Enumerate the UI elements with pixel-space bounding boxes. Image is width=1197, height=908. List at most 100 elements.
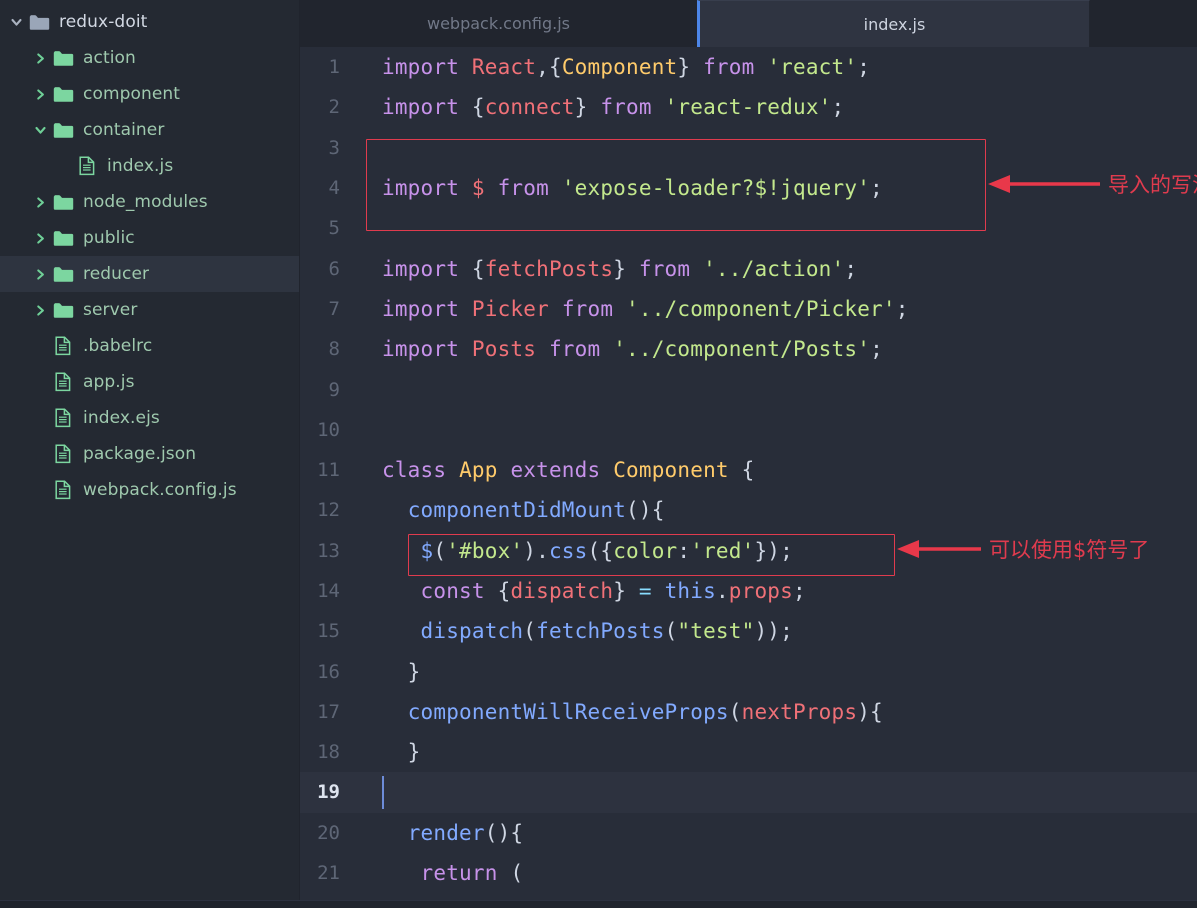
editor-window: redux-doit action component container index.…: [0, 0, 1197, 908]
token-fn: css: [548, 538, 588, 563]
line-content[interactable]: componentWillReceiveProps(nextProps){: [356, 700, 883, 724]
token-plain: (){: [626, 498, 665, 523]
line-content[interactable]: }: [356, 740, 421, 764]
code-line[interactable]: 6 import {fetchPosts} from '../action';: [300, 248, 1197, 288]
line-content[interactable]: import $ from 'expose-loader?$!jquery';: [356, 176, 883, 200]
code-line[interactable]: 5: [300, 208, 1197, 248]
tree-item-label: public: [83, 228, 135, 248]
chevron-right-icon[interactable]: [30, 304, 50, 317]
chevron-right-icon[interactable]: [30, 232, 50, 245]
file-explorer-sidebar[interactable]: redux-doit action component container index.…: [0, 0, 300, 908]
file-icon: [55, 372, 71, 392]
tab-webpack-config-js[interactable]: webpack.config.js: [300, 0, 697, 47]
code-line[interactable]: 3: [300, 128, 1197, 168]
token-plain: }: [613, 256, 639, 281]
line-content[interactable]: }: [356, 660, 421, 684]
line-content[interactable]: return (: [356, 861, 524, 885]
tree-item-index-ejs[interactable]: index.ejs: [0, 400, 299, 436]
line-number: 11: [317, 459, 340, 482]
code-line[interactable]: 4 import $ from 'expose-loader?$!jquery';: [300, 168, 1197, 208]
code-line[interactable]: 16 }: [300, 651, 1197, 691]
line-number: 18: [317, 741, 340, 764]
code-line[interactable]: 1 import React,{Component} from 'react';: [300, 47, 1197, 87]
chevron-right-icon[interactable]: [30, 52, 50, 65]
code-line[interactable]: 11 class App extends Component {: [300, 450, 1197, 490]
token-kw: import: [382, 337, 472, 362]
chevron-down-icon[interactable]: [30, 124, 50, 137]
token-plain: .: [536, 538, 549, 563]
token-plain: {: [471, 95, 485, 120]
code-line[interactable]: 17 componentWillReceiveProps(nextProps){: [300, 692, 1197, 732]
code-line[interactable]: 21 return (: [300, 853, 1197, 893]
token-plain: .: [715, 579, 729, 603]
tab-bar[interactable]: webpack.config.js index.js: [300, 0, 1197, 47]
code-lines[interactable]: 1 import React,{Component} from 'react'; 2…: [300, 47, 1197, 893]
line-content[interactable]: class App extends Component {: [356, 458, 754, 482]
file-tree[interactable]: redux-doit action component container index.…: [0, 4, 299, 508]
code-line[interactable]: 14 const {dispatch} = this.props;: [300, 571, 1197, 611]
tree-item-app-js[interactable]: app.js: [0, 364, 299, 400]
folder-icon: [53, 302, 73, 318]
tree-item-container[interactable]: container: [0, 112, 299, 148]
line-content[interactable]: import {fetchPosts} from '../action';: [356, 257, 857, 281]
code-line[interactable]: 7 import Picker from '../component/Picker…: [300, 289, 1197, 329]
token-var: dispatch: [510, 579, 614, 603]
code-line[interactable]: 10: [300, 410, 1197, 450]
line-content[interactable]: import {connect} from 'react-redux';: [356, 95, 844, 119]
tab-index-js[interactable]: index.js: [697, 0, 1090, 47]
folder-icon: [50, 302, 76, 319]
chevron-right-icon[interactable]: [30, 88, 50, 101]
code-line[interactable]: 2 import {connect} from 'react-redux';: [300, 87, 1197, 127]
token-str: '../action': [703, 256, 845, 281]
code-viewport[interactable]: 1 import React,{Component} from 'react'; 2…: [300, 47, 1197, 908]
line-content[interactable]: render(){: [356, 821, 523, 845]
token-plain: ;: [870, 337, 883, 362]
line-content[interactable]: componentDidMount(){: [356, 498, 665, 522]
tree-item-webpack-config-js[interactable]: webpack.config.js: [0, 472, 299, 508]
code-line[interactable]: 8 import Posts from '../component/Posts';: [300, 329, 1197, 369]
folder-icon: [53, 86, 73, 102]
tree-item-label: redux-doit: [59, 12, 148, 32]
token-str: 'expose-loader?$!jquery': [561, 176, 871, 201]
line-content[interactable]: import React,{Component} from 'react';: [356, 55, 870, 79]
tree-item-action[interactable]: action: [0, 40, 299, 76]
tree-item-reducer[interactable]: reducer: [0, 256, 299, 292]
file-icon: [50, 372, 76, 392]
code-line[interactable]: 18 }: [300, 732, 1197, 772]
tree-item-package-json[interactable]: package.json: [0, 436, 299, 472]
code-line[interactable]: 15 dispatch(fetchPosts("test"));: [300, 611, 1197, 651]
code-line[interactable]: 12 componentDidMount(){: [300, 490, 1197, 530]
tree-item-node-modules[interactable]: node_modules: [0, 184, 299, 220]
code-line[interactable]: 19: [300, 772, 1197, 813]
tree-item-public[interactable]: public: [0, 220, 299, 256]
tree-item--babelrc[interactable]: .babelrc: [0, 328, 299, 364]
line-number: 7: [328, 297, 340, 320]
line-content[interactable]: import Posts from '../component/Posts';: [356, 337, 883, 361]
chevron-right-icon[interactable]: [30, 268, 50, 281]
tree-item-component[interactable]: component: [0, 76, 299, 112]
chevron-right-icon[interactable]: [30, 196, 50, 209]
code-line[interactable]: 13 $('#box').css({color:'red'});: [300, 531, 1197, 571]
token-plain: ;: [831, 95, 845, 120]
line-content[interactable]: const {dispatch} = this.props;: [356, 579, 806, 603]
token-plain: ;: [870, 176, 883, 201]
folder-icon: [50, 194, 76, 211]
tree-item-redux-doit[interactable]: redux-doit: [0, 4, 299, 40]
code-line[interactable]: 9: [300, 369, 1197, 409]
chevron-down-icon[interactable]: [6, 16, 26, 29]
token-fn: componentWillReceiveProps: [407, 699, 729, 724]
line-number: 19: [317, 781, 340, 804]
token-plain: (: [664, 619, 678, 644]
line-content[interactable]: $('#box').css({color:'red'});: [356, 539, 793, 563]
code-line[interactable]: 20 render(){: [300, 813, 1197, 853]
line-content[interactable]: import Picker from '../component/Picker'…: [356, 297, 909, 321]
tree-item-server[interactable]: server: [0, 292, 299, 328]
token-fn: fetchPosts: [536, 619, 665, 644]
token-str: 'red': [690, 538, 755, 563]
line-content[interactable]: dispatch(fetchPosts("test"));: [356, 619, 793, 643]
tree-item-index-js[interactable]: index.js: [0, 148, 299, 184]
tab-list[interactable]: webpack.config.js index.js: [300, 0, 1090, 47]
line-number: 12: [317, 499, 340, 522]
